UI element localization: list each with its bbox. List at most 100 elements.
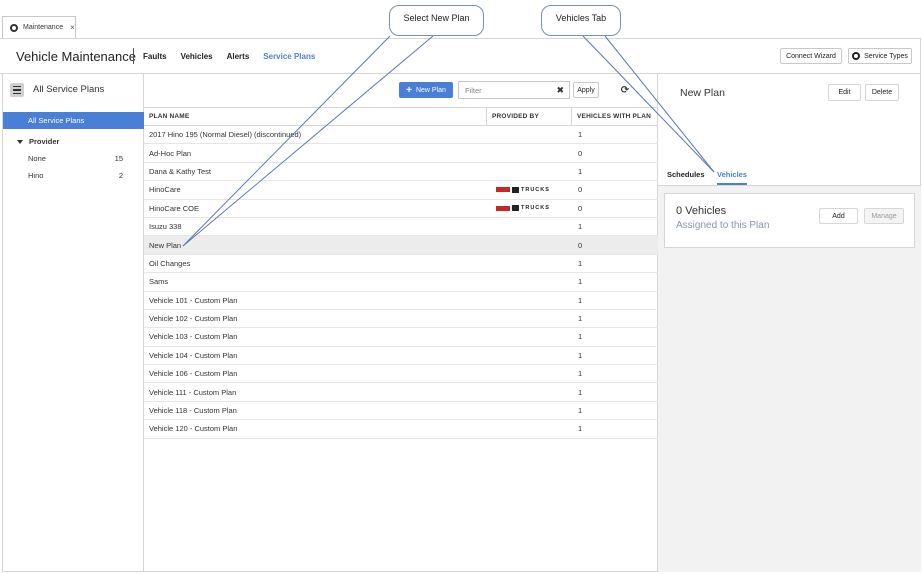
table-row[interactable]: Vehicle 118 - Custom Plan 1: [144, 402, 658, 421]
provided-by-cell: [487, 144, 572, 161]
add-button[interactable]: Add: [819, 208, 858, 224]
clear-icon[interactable]: ✖: [556, 85, 564, 96]
sidebar: All Service Plans All Service Plans Prov…: [2, 74, 145, 572]
plus-icon: +: [406, 84, 412, 96]
sidebar-item-label: All Service Plans: [28, 116, 85, 125]
browser-tab[interactable]: Maintenance ×: [2, 16, 76, 38]
provided-by-cell: TRUCKS: [487, 181, 572, 198]
provided-by-cell: [487, 420, 572, 437]
plan-name-cell: Vehicle 104 - Custom Plan: [149, 350, 238, 360]
logo-red-mark: [496, 205, 510, 211]
sidebar-item-none[interactable]: None 15: [3, 150, 145, 167]
delete-button[interactable]: Delete: [865, 84, 899, 101]
plan-name-cell: Ad-Hoc Plan: [149, 148, 192, 158]
table-row[interactable]: Vehicle 106 - Custom Plan 1: [144, 365, 658, 384]
table-row[interactable]: Dana & Kathy Test 1: [144, 163, 658, 182]
app: Maintenance × Vehicle Maintenance Faults…: [0, 0, 923, 574]
table-row[interactable]: Vehicle 101 - Custom Plan 1: [144, 292, 658, 310]
table-row[interactable]: Vehicle 120 - Custom Plan 1: [144, 420, 658, 439]
filter-input[interactable]: Filter ✖: [458, 81, 570, 99]
vehicles-with-plan-cell: 0: [578, 203, 583, 213]
table-row[interactable]: Vehicle 102 - Custom Plan 1: [144, 310, 658, 329]
tab-schedules[interactable]: Schedules: [667, 170, 705, 183]
connect-wizard-button[interactable]: Connect Wizard: [780, 48, 842, 64]
provided-by-cell: [487, 163, 572, 180]
plan-detail-title: New Plan: [680, 87, 725, 99]
provided-by-cell: [487, 292, 572, 309]
plan-name-cell: Dana & Kathy Test: [149, 166, 211, 176]
top-nav: Faults Vehicles Alerts Service Plans: [143, 52, 315, 61]
vehicles-with-plan-cell: 1: [578, 277, 583, 287]
service-types-button[interactable]: Service Types: [848, 48, 912, 64]
page-header: Vehicle Maintenance Faults Vehicles Aler…: [0, 38, 921, 74]
provided-by-cell: [487, 347, 572, 364]
table-row[interactable]: Oil Changes 1: [144, 255, 658, 274]
provided-by-cell: [487, 328, 572, 345]
caret-down-icon: [17, 139, 23, 144]
table-row[interactable]: 2017 Hino 195 (Normal Diesel) (discontin…: [144, 126, 658, 145]
table-row[interactable]: Vehicle 104 - Custom Plan 1: [144, 347, 658, 366]
detail-tabs: Schedules Vehicles: [658, 164, 921, 186]
sidebar-item-label: None: [28, 154, 46, 163]
vehicles-card: 0 Vehicles Assigned to this Plan Add Man…: [664, 193, 915, 248]
vehicles-with-plan-cell: 1: [578, 222, 583, 232]
plan-name-cell: Vehicle 106 - Custom Plan: [149, 369, 238, 379]
tab-vehicles[interactable]: Vehicles: [717, 170, 748, 185]
table-row[interactable]: Ad-Hoc Plan 0: [144, 144, 658, 163]
sidebar-item-count: 15: [114, 154, 123, 163]
browser-tab-label: Maintenance: [23, 24, 64, 31]
provided-by-cell: [487, 126, 572, 143]
logo-red-mark: [496, 187, 510, 193]
column-header-plan-name[interactable]: PLAN NAME: [144, 108, 487, 125]
vehicle-count-subtext: Assigned to this Plan: [676, 220, 770, 231]
edit-button[interactable]: Edit: [828, 84, 861, 101]
vehicles-with-plan-cell: 1: [578, 350, 583, 360]
manage-button[interactable]: Manage: [864, 208, 904, 224]
nav-faults[interactable]: Faults: [143, 52, 167, 61]
sidebar-item-hino[interactable]: Hino 2: [3, 167, 145, 184]
apply-button[interactable]: Apply: [573, 82, 599, 98]
title-divider: [133, 48, 134, 64]
sidebar-group-label: Provider: [29, 137, 60, 146]
refresh-icon[interactable]: ⟳: [618, 83, 632, 97]
table-row[interactable]: Vehicle 111 - Custom Plan 1: [144, 383, 658, 402]
sidebar-group-provider[interactable]: Provider: [3, 133, 145, 150]
table-row[interactable]: HinoCare COE TRUCKS 0: [144, 200, 658, 218]
provided-by-cell: [487, 236, 572, 253]
vehicles-with-plan-cell: 0: [578, 185, 583, 195]
nav-alerts[interactable]: Alerts: [227, 52, 250, 61]
table-row[interactable]: HinoCare TRUCKS 0: [144, 181, 658, 200]
connect-wizard-label: Connect Wizard: [786, 52, 836, 60]
plan-name-cell: Isuzu 338: [149, 222, 182, 232]
vehicles-with-plan-cell: 1: [578, 258, 583, 268]
nav-vehicles[interactable]: Vehicles: [181, 52, 213, 61]
table-body: 2017 Hino 195 (Normal Diesel) (discontin…: [144, 126, 658, 439]
plan-name-cell: Vehicle 102 - Custom Plan: [149, 314, 238, 324]
plan-name-cell: Vehicle 111 - Custom Plan: [149, 387, 237, 397]
vehicle-count: 0 Vehicles: [676, 205, 727, 217]
plan-name-cell: Vehicle 103 - Custom Plan: [149, 332, 238, 342]
sidebar-item-all-service-plans[interactable]: All Service Plans: [3, 112, 145, 129]
vehicles-with-plan-cell: 1: [578, 314, 583, 324]
hamburger-icon: [13, 85, 21, 88]
table-row[interactable]: Sams 1: [144, 273, 658, 292]
plan-name-cell: HinoCare COE: [149, 203, 200, 213]
plans-panel: + New Plan Filter ✖ Apply ⟳ PLAN NAME PR…: [144, 74, 658, 572]
table-row[interactable]: New Plan 0: [144, 236, 658, 255]
vehicles-with-plan-cell: 1: [578, 166, 583, 176]
close-icon[interactable]: ×: [70, 23, 75, 32]
new-plan-button[interactable]: + New Plan: [399, 82, 453, 98]
table-row[interactable]: Vehicle 103 - Custom Plan 1: [144, 328, 658, 347]
table-header: PLAN NAME PROVIDED BY VEHICLES WITH PLAN: [144, 107, 658, 126]
logo-emblem: [512, 205, 519, 212]
vehicles-with-plan-cell: 1: [578, 295, 583, 305]
new-plan-label: New Plan: [415, 86, 446, 94]
column-header-provided-by[interactable]: PROVIDED BY: [487, 108, 572, 125]
table-row[interactable]: Isuzu 338 1: [144, 218, 658, 237]
column-header-vehicles-with-plan[interactable]: VEHICLES WITH PLAN: [572, 108, 658, 125]
menu-toggle-button[interactable]: [10, 83, 24, 97]
sidebar-list: All Service Plans Provider None 15 Hino …: [3, 112, 145, 184]
plan-name-cell: HinoCare: [149, 185, 181, 195]
page-title: Vehicle Maintenance: [16, 49, 136, 64]
nav-service-plans[interactable]: Service Plans: [263, 52, 315, 61]
